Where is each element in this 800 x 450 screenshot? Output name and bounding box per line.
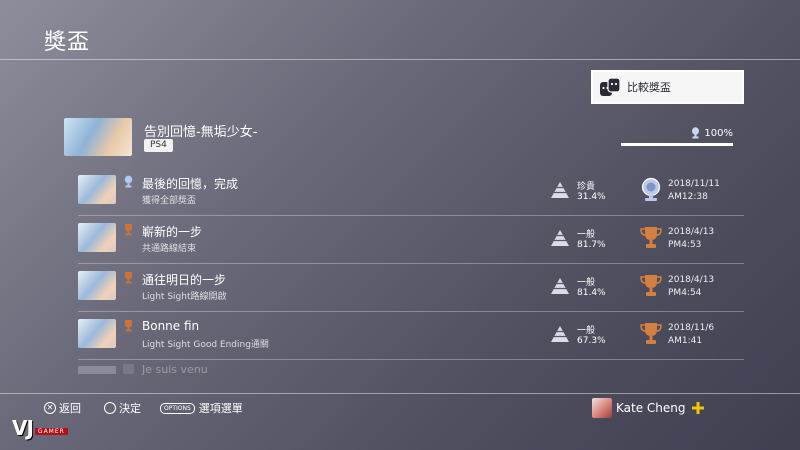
trophy-name: Je suis venu xyxy=(142,363,208,376)
trophy-name: Bonne fin xyxy=(142,319,200,333)
trophy-thumbnail xyxy=(78,271,116,300)
progress-bar-fill xyxy=(621,143,733,146)
progress-bar xyxy=(621,143,733,146)
game-summary[interactable]: 告別回憶-無垢少女- PS4 100% xyxy=(64,118,744,160)
earned-date: 2018/11/11 xyxy=(668,179,720,189)
trophy-row[interactable]: 最後的回憶，完成 獲得全部獎盃 珍貴 31.4% 2018/11/11 AM12… xyxy=(78,168,744,216)
options-hint[interactable]: OPTIONS 選項選單 xyxy=(160,400,243,416)
earned-date: 2018/4/13 xyxy=(668,227,715,237)
bronze-trophy-icon xyxy=(640,275,662,296)
platform-badge: PS4 xyxy=(144,139,173,152)
trophy-row[interactable]: Bonne fin Light Sight Good Ending通關 一般 6… xyxy=(78,312,744,360)
trophy-thumbnail xyxy=(78,366,116,374)
trophy-list: 最後的回憶，完成 獲得全部獎盃 珍貴 31.4% 2018/11/11 AM12… xyxy=(78,168,744,378)
back-hint[interactable]: ✕ 返回 xyxy=(44,400,81,416)
rarity-pyramid-icon xyxy=(551,182,569,198)
rarity-label: 一般 xyxy=(577,326,596,336)
watermark-brand: VJ xyxy=(12,416,34,440)
bronze-trophy-icon xyxy=(125,320,132,332)
rarity-pyramid-icon xyxy=(551,230,569,246)
earned-time: PM4:53 xyxy=(668,240,702,250)
trophy-row[interactable]: 嶄新的一步 共通路線結束 一般 81.7% 2018/4/13 PM4:53 xyxy=(78,216,744,264)
ps-plus-icon xyxy=(691,402,704,414)
circle-button-icon xyxy=(104,402,116,414)
earned-time: AM1:41 xyxy=(668,336,703,346)
trophy-description: 獲得全部獎盃 xyxy=(142,196,197,206)
rarity-percent: 31.4% xyxy=(577,192,606,202)
watermark-logo: VJ GAMER xyxy=(12,418,68,438)
rarity-percent: 67.3% xyxy=(577,336,606,346)
bronze-trophy-icon xyxy=(640,323,662,344)
footer-bar: ✕ 返回 決定 OPTIONS 選項選單 Kate Cheng xyxy=(0,393,800,450)
trophy-name: 嶄新的一步 xyxy=(142,225,203,239)
trophy-thumbnail xyxy=(78,223,116,252)
trophy-name: 最後的回憶，完成 xyxy=(142,177,239,191)
progress-percent: 100% xyxy=(704,127,733,139)
options-label: 選項選單 xyxy=(198,402,243,415)
bronze-trophy-icon xyxy=(125,272,132,284)
rarity-pyramid-icon xyxy=(551,278,569,294)
confirm-label: 決定 xyxy=(119,402,141,415)
confirm-hint[interactable]: 決定 xyxy=(104,400,141,416)
trophy-description: Light Sight路線開啟 xyxy=(142,292,227,302)
trophy-thumbnail xyxy=(78,175,116,204)
bronze-trophy-icon xyxy=(123,364,134,374)
watermark-sub: GAMER xyxy=(34,428,68,435)
page-title: 獎盃 xyxy=(44,30,91,55)
top-bar: 獎盃 xyxy=(0,0,800,60)
earned-date: 2018/11/6 xyxy=(668,323,715,333)
platinum-trophy-icon xyxy=(692,127,700,139)
bronze-trophy-icon xyxy=(125,224,132,236)
user-name: Kate Cheng xyxy=(616,401,686,415)
trophy-row-partial[interactable]: Je suis venu xyxy=(78,360,744,378)
rarity-label: 一般 xyxy=(577,230,596,240)
rarity-label: 珍貴 xyxy=(577,182,596,192)
bronze-trophy-icon xyxy=(640,227,662,248)
game-title: 告別回憶-無垢少女- xyxy=(144,125,258,140)
progress-readout: 100% xyxy=(691,127,733,139)
trophy-row[interactable]: 通往明日的一步 Light Sight路線開啟 一般 81.4% 2018/4/… xyxy=(78,264,744,312)
trophy-name: 通往明日的一步 xyxy=(142,273,227,287)
earned-date: 2018/4/13 xyxy=(668,275,715,285)
avatar xyxy=(592,398,612,418)
options-button-icon: OPTIONS xyxy=(160,402,195,414)
trophy-description: Light Sight Good Ending通關 xyxy=(142,340,269,350)
compare-button-label: 比較獎盃 xyxy=(627,81,671,94)
cross-button-icon: ✕ xyxy=(44,402,56,414)
user-profile[interactable]: Kate Cheng xyxy=(592,398,704,418)
rarity-pyramid-icon xyxy=(551,326,569,342)
earned-time: PM4:54 xyxy=(668,288,702,298)
rarity-percent: 81.7% xyxy=(577,240,606,250)
game-thumbnail xyxy=(64,118,132,156)
trophy-description: 共通路線結束 xyxy=(142,244,197,254)
rarity-percent: 81.4% xyxy=(577,288,606,298)
trophy-thumbnail xyxy=(78,319,116,348)
back-label: 返回 xyxy=(59,402,81,415)
platinum-trophy-icon xyxy=(124,175,133,188)
compare-trophies-button[interactable]: 比較獎盃 xyxy=(591,70,744,104)
faces-icon xyxy=(600,77,621,96)
platinum-trophy-icon xyxy=(641,177,661,201)
earned-time: AM12:38 xyxy=(668,192,708,202)
rarity-label: 一般 xyxy=(577,278,596,288)
